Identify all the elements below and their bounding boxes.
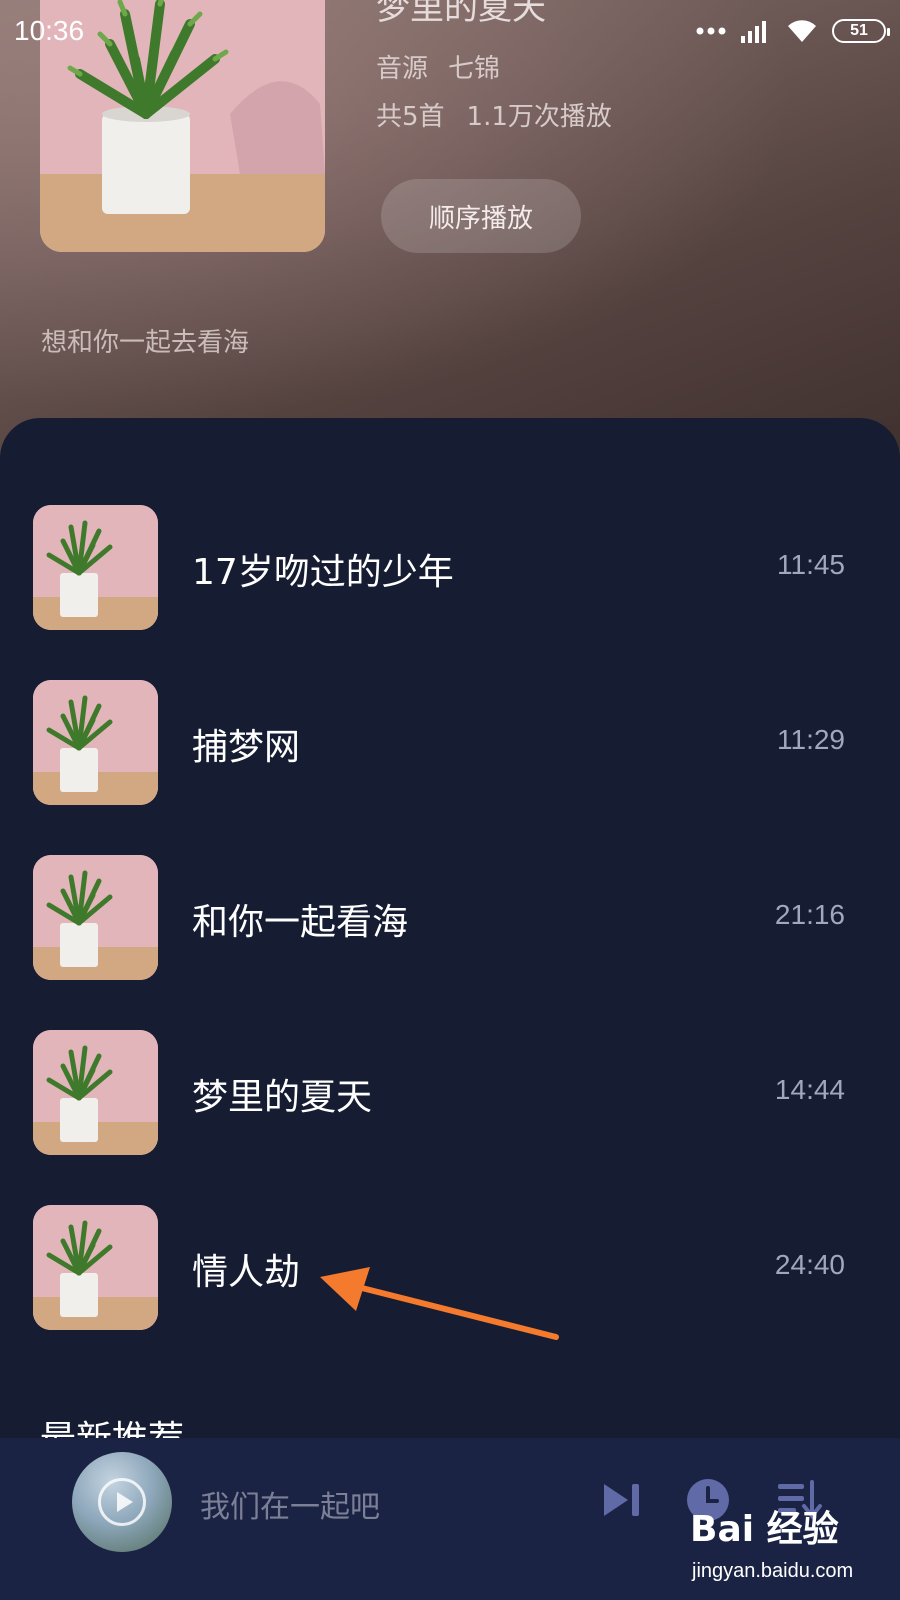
song-thumbnail[interactable]: [33, 505, 158, 630]
song-title[interactable]: 情人劫: [192, 1243, 300, 1295]
watermark-logo: Bai 经验: [690, 1509, 839, 1550]
plant-thumb-image: [33, 1205, 158, 1330]
status-bar: 10:36 51: [0, 0, 900, 62]
status-time: 10:36: [14, 15, 85, 46]
song-row[interactable]: 17岁吻过的少年 11:45: [0, 505, 900, 630]
song-thumbnail[interactable]: [33, 1205, 158, 1330]
song-title[interactable]: 梦里的夏天: [192, 1068, 372, 1120]
dots-icon: [696, 27, 726, 35]
album-description: 想和你一起去看海: [41, 328, 250, 358]
song-row[interactable]: 捕梦网 11:29: [0, 680, 900, 805]
song-duration: 14:44: [774, 1074, 845, 1105]
album-stats: 共5首 1.1万次播放: [376, 96, 612, 133]
song-row[interactable]: 和你一起看海 21:16: [0, 855, 900, 980]
status-icons: 51: [696, 18, 890, 44]
song-duration: 11:29: [777, 724, 845, 755]
signal-icon: [741, 21, 766, 43]
battery-indicator: 51: [832, 19, 890, 43]
wifi-icon: [788, 20, 816, 42]
song-thumbnail[interactable]: [33, 1030, 158, 1155]
battery-level: 51: [850, 22, 868, 39]
play-icon[interactable]: [98, 1478, 146, 1526]
plant-thumb-image: [33, 1030, 158, 1155]
song-row[interactable]: 梦里的夏天 14:44: [0, 1030, 900, 1155]
song-duration: 24:40: [774, 1249, 845, 1280]
watermark-url: jingyan.baidu.com: [692, 1560, 854, 1582]
skip-next-icon: [604, 1484, 639, 1516]
now-playing-title[interactable]: 我们在一起吧: [200, 1482, 380, 1526]
song-title[interactable]: 捕梦网: [192, 718, 300, 770]
plant-thumb-image: [33, 505, 158, 630]
baidu-watermark: Bai 经验 jingyan.baidu.com: [690, 1500, 890, 1595]
next-track-button[interactable]: [598, 1476, 646, 1524]
plant-thumb-image: [33, 855, 158, 980]
annotation-arrow-icon: [320, 1267, 559, 1340]
song-title[interactable]: 和你一起看海: [192, 893, 408, 945]
now-playing-cover[interactable]: [72, 1452, 172, 1552]
track-count: 共5首: [376, 102, 445, 132]
song-duration: 21:16: [774, 899, 845, 930]
song-title[interactable]: 17岁吻过的少年: [192, 543, 454, 595]
song-thumbnail[interactable]: [33, 855, 158, 980]
plant-thumb-image: [33, 680, 158, 805]
play-count: 1.1万次播放: [466, 102, 612, 132]
song-duration: 11:45: [777, 549, 845, 580]
song-thumbnail[interactable]: [33, 680, 158, 805]
play-order-button[interactable]: 顺序播放: [381, 179, 581, 253]
